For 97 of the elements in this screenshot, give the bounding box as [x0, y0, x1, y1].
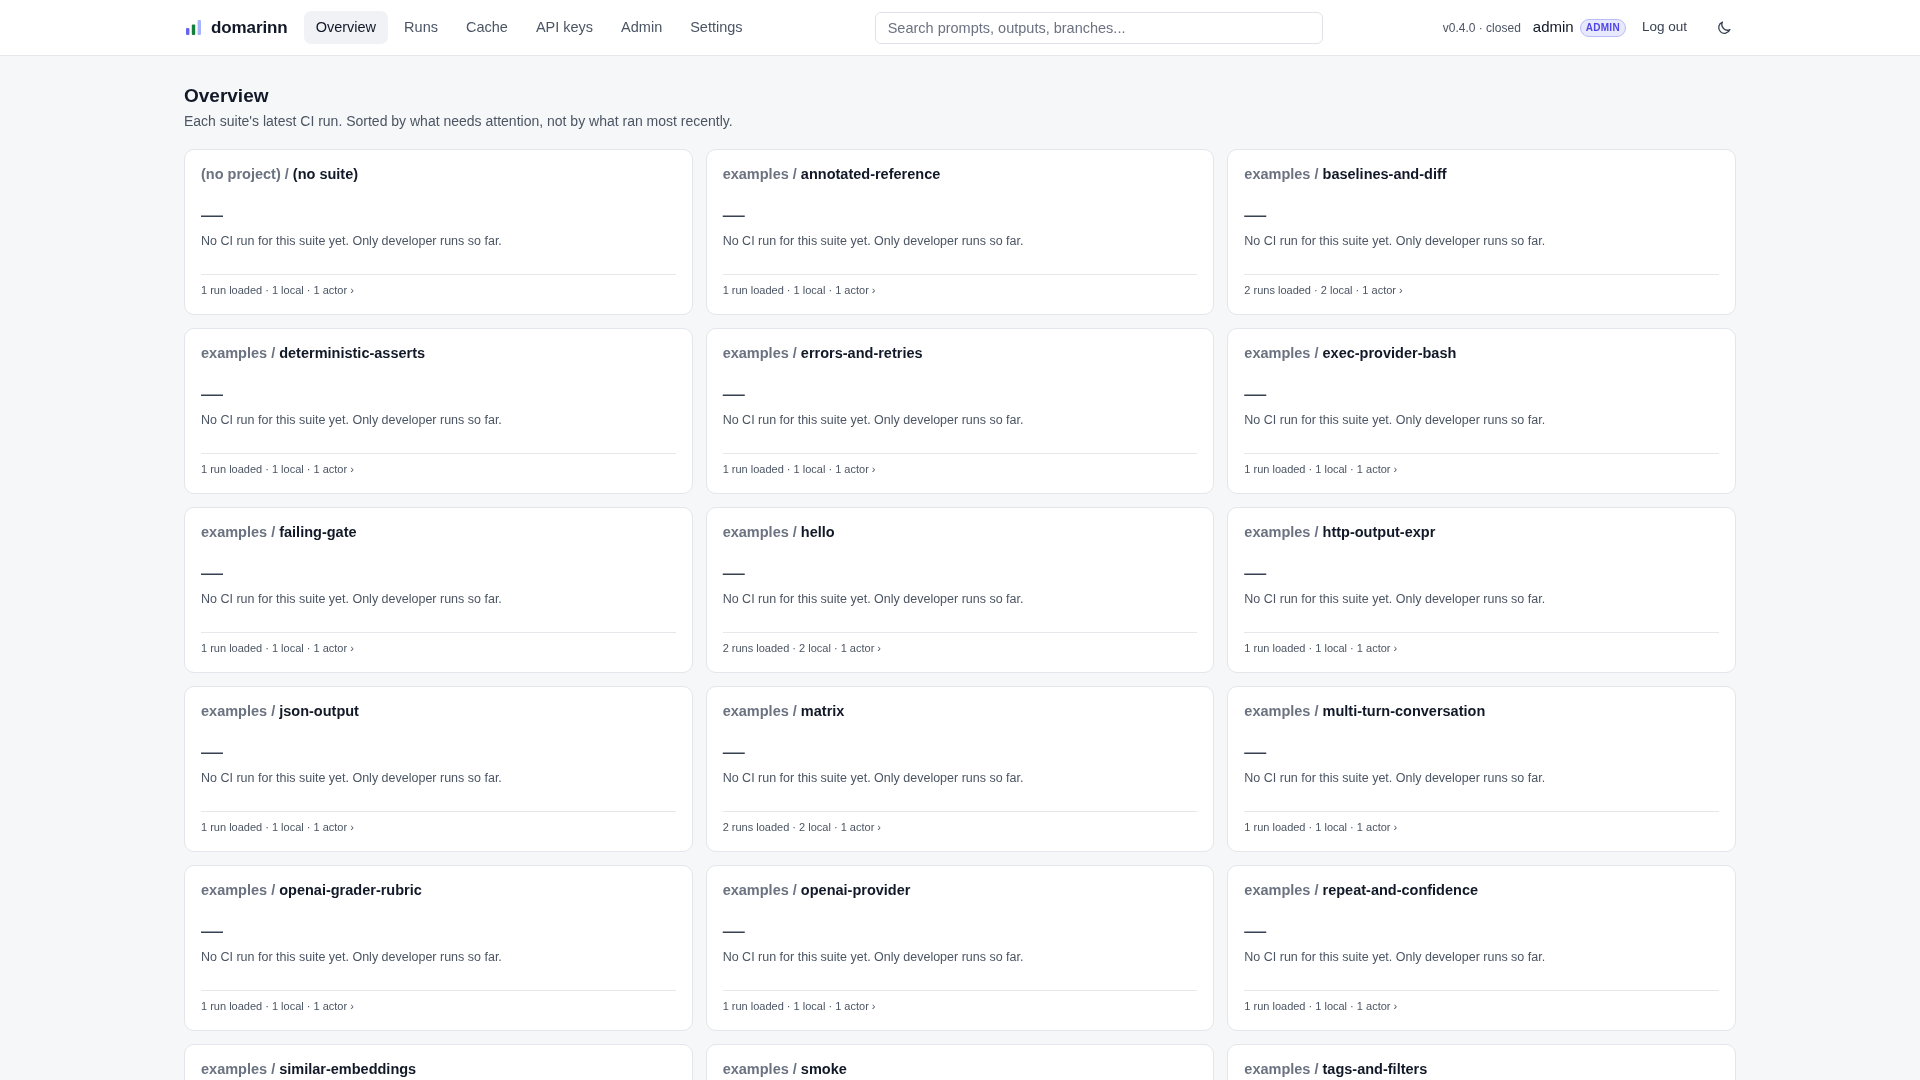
project-path: examples / [722, 1061, 797, 1077]
project-path: examples / [1244, 1061, 1319, 1077]
version-text: v0.4.0 · closed [1442, 19, 1521, 37]
status-note: No CI run for this suite yet. Only developer runs so far. [722, 234, 1024, 248]
status-value: — [1244, 203, 1267, 227]
runs-summary-link[interactable]: 1 run loaded · 1 local · 1 actor › [1244, 642, 1398, 654]
runs-summary-link[interactable]: 1 run loaded · 1 local · 1 actor › [201, 821, 354, 833]
runs-summary-link[interactable]: 1 run loaded · 1 local · 1 actor › [1244, 463, 1398, 475]
page-subtitle: Each suite's latest CI run. Sorted by what needs attention, not by what ran most recently. [184, 112, 734, 131]
status-note: No CI run for this suite yet. Only developer runs so far. [201, 413, 502, 427]
status-note: No CI run for this suite yet. Only developer runs so far. [1244, 950, 1546, 964]
user-name: admin [1532, 17, 1574, 38]
suite-name: smoke [800, 1061, 847, 1077]
project-path: examples / [201, 524, 276, 540]
suite-name: exec-provider-bash [1322, 345, 1457, 361]
status-value: — [1244, 561, 1267, 585]
project-path: examples / [722, 345, 797, 361]
runs-summary-link[interactable]: 1 run loaded · 1 local · 1 actor › [722, 463, 876, 475]
project-path: examples / [201, 345, 276, 361]
status-value: — [722, 382, 745, 406]
project-path: examples / [1244, 703, 1319, 719]
suite-name: http-output-expr [1322, 524, 1436, 540]
nav-tab[interactable]: API keys [523, 11, 606, 44]
status-note: No CI run for this suite yet. Only developer runs so far. [1244, 592, 1546, 606]
nav-tab[interactable]: Admin [609, 11, 675, 44]
runs-summary-link[interactable]: 1 run loaded · 1 local · 1 actor › [722, 1000, 876, 1012]
runs-summary-link[interactable]: 2 runs loaded · 2 local · 1 actor › [722, 821, 881, 833]
project-path: examples / [722, 703, 797, 719]
project-path: examples / [201, 882, 276, 898]
suite-name: hello [800, 524, 835, 540]
suite-name: multi-turn-conversation [1322, 703, 1486, 719]
nav-tab[interactable]: Cache [453, 11, 520, 44]
project-path: examples / [722, 882, 797, 898]
status-value: — [201, 203, 223, 227]
page-title: Overview [184, 84, 270, 108]
status-note: No CI run for this suite yet. Only developer runs so far. [201, 234, 502, 248]
suite-name: matrix [800, 703, 845, 719]
status-value: — [201, 919, 223, 943]
status-value: — [1244, 740, 1267, 764]
search-field[interactable]: Search prompts, outputs, branches... [874, 11, 1323, 44]
status-note: No CI run for this suite yet. Only developer runs so far. [1244, 234, 1546, 248]
status-value: — [201, 561, 223, 585]
status-note: No CI run for this suite yet. Only developer runs so far. [722, 771, 1024, 785]
nav-tab[interactable]: Settings [678, 11, 755, 44]
runs-summary-link[interactable]: 1 run loaded · 1 local · 1 actor › [1244, 821, 1398, 833]
suite-name: tags-and-filters [1322, 1061, 1428, 1077]
status-note: No CI run for this suite yet. Only developer runs so far. [1244, 771, 1546, 785]
project-path: examples / [1244, 166, 1319, 182]
status-value: — [1244, 382, 1267, 406]
project-path: (no project) / [201, 166, 289, 182]
suite-name: deterministic-asserts [279, 345, 426, 361]
suite-name: json-output [279, 703, 359, 719]
status-note: No CI run for this suite yet. Only developer runs so far. [722, 592, 1024, 606]
logout-button[interactable]: Log out [1639, 13, 1689, 42]
status-note: No CI run for this suite yet. Only developer runs so far. [722, 950, 1024, 964]
suite-name: annotated-reference [800, 166, 941, 182]
runs-summary-link[interactable]: 1 run loaded · 1 local · 1 actor › [201, 642, 354, 654]
bar-chart-icon [186, 20, 201, 35]
project-path: examples / [201, 703, 276, 719]
nav-tab[interactable]: Overview [303, 11, 389, 44]
project-path: examples / [1244, 345, 1319, 361]
suite-name: baselines-and-diff [1322, 166, 1447, 182]
status-value: — [201, 740, 223, 764]
status-value: — [722, 203, 745, 227]
moon-icon [1717, 20, 1732, 35]
suite-name: (no suite) [292, 166, 359, 182]
status-value: — [722, 740, 745, 764]
nav-tab[interactable]: Runs [392, 11, 450, 44]
suite-name: similar-embeddings [279, 1061, 417, 1077]
project-path: examples / [722, 524, 797, 540]
runs-summary-link[interactable]: 2 runs loaded · 2 local · 1 actor › [722, 642, 881, 654]
runs-summary-link[interactable]: 1 run loaded · 1 local · 1 actor › [201, 463, 354, 475]
suite-name: errors-and-retries [800, 345, 923, 361]
role-badge: ADMIN [1579, 18, 1626, 37]
status-note: No CI run for this suite yet. Only developer runs so far. [201, 592, 502, 606]
runs-summary-link[interactable]: 2 runs loaded · 2 local · 1 actor › [1244, 284, 1403, 296]
brand-name: domarinn [211, 16, 288, 39]
status-note: No CI run for this suite yet. Only developer runs so far. [201, 950, 502, 964]
suite-name: openai-provider [800, 882, 911, 898]
runs-summary-link[interactable]: 1 run loaded · 1 local · 1 actor › [1244, 1000, 1398, 1012]
project-path: examples / [722, 166, 797, 182]
suite-name: failing-gate [279, 524, 357, 540]
project-path: examples / [1244, 882, 1319, 898]
status-value: — [722, 561, 745, 585]
project-path: examples / [201, 1061, 276, 1077]
runs-summary-link[interactable]: 1 run loaded · 1 local · 1 actor › [722, 284, 876, 296]
status-value: — [722, 919, 745, 943]
suite-name: openai-grader-rubric [279, 882, 422, 898]
suite-name: repeat-and-confidence [1322, 882, 1479, 898]
status-value: — [1244, 919, 1267, 943]
runs-summary-link[interactable]: 1 run loaded · 1 local · 1 actor › [201, 284, 354, 296]
runs-summary-link[interactable]: 1 run loaded · 1 local · 1 actor › [201, 1000, 354, 1012]
status-note: No CI run for this suite yet. Only developer runs so far. [201, 771, 502, 785]
project-path: examples / [1244, 524, 1319, 540]
status-note: No CI run for this suite yet. Only developer runs so far. [722, 413, 1024, 427]
status-value: — [201, 382, 223, 406]
status-note: No CI run for this suite yet. Only developer runs so far. [1244, 413, 1546, 427]
